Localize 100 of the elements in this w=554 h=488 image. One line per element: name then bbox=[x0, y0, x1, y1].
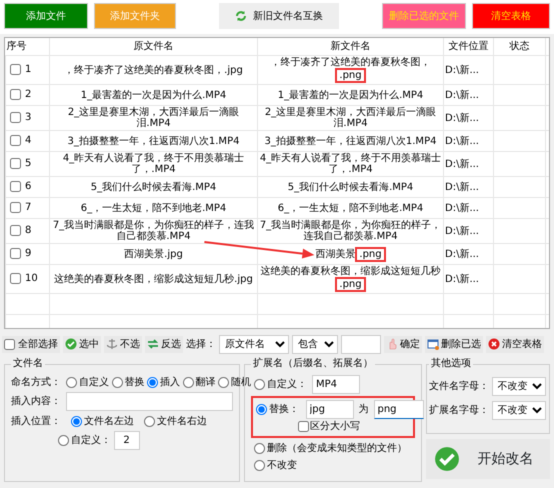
checkbox-label: 全部选择 bbox=[18, 338, 58, 352]
replace-to-input[interactable]: png bbox=[374, 400, 424, 419]
radio-button[interactable] bbox=[112, 376, 122, 388]
field-label: 选择： bbox=[186, 338, 216, 352]
row-number: 3 bbox=[25, 112, 32, 124]
match-dropdown[interactable]: 包含 bbox=[292, 334, 338, 354]
table-cell: 5_我们什么时候去看海.MP4 bbox=[50, 176, 258, 198]
toolbar-button[interactable]: 反选 bbox=[145, 336, 183, 352]
row-number: 9 bbox=[25, 248, 32, 260]
field-label: 扩展名字母： bbox=[429, 404, 489, 418]
table-cell: D:\新... bbox=[444, 176, 494, 198]
radio-label: 替换 bbox=[124, 376, 144, 390]
radio-label: 自定义： bbox=[267, 378, 307, 392]
field-label: 命名方式： bbox=[11, 376, 61, 390]
table-cell: D:\新... bbox=[444, 264, 494, 294]
table-cell: 1_最害羞的一次是因为什么.MP4 bbox=[50, 84, 258, 106]
letter-case-dropdown[interactable]: 不改变 bbox=[492, 401, 546, 420]
close-icon bbox=[488, 338, 500, 350]
table-cell: 2_这里是赛里木湖，大西洋最后一滴眼泪.MP4 bbox=[50, 106, 258, 130]
row-checkbox[interactable] bbox=[10, 273, 21, 284]
column-header: 文件位置 bbox=[444, 38, 494, 56]
radio-button[interactable] bbox=[218, 376, 229, 388]
radio-button[interactable] bbox=[58, 435, 69, 446]
table-cell: D:\新... bbox=[444, 56, 494, 84]
radio-label: 文件名左边 bbox=[84, 414, 134, 428]
checkbox-label: 区分大小写 bbox=[310, 420, 360, 434]
table-cell: ，终于凑齐了这绝美的春夏秋冬图，.jpg bbox=[50, 56, 258, 84]
window-icon bbox=[427, 338, 439, 350]
row-number: 8 bbox=[25, 226, 32, 237]
radio-button[interactable] bbox=[254, 460, 265, 471]
confirm-button[interactable]: 确定 bbox=[384, 336, 422, 352]
radio-label: 删除（会变成未知类型的文件） bbox=[267, 442, 407, 456]
field-dropdown[interactable]: 原文件名 bbox=[219, 334, 289, 354]
group-title: 其他选项 bbox=[430, 358, 472, 370]
toolbar-button[interactable]: 不选 bbox=[104, 336, 142, 352]
anchor-icon bbox=[106, 338, 118, 350]
radio-button[interactable] bbox=[254, 378, 265, 390]
table-cell: 6_，一生太短，陪不到地老.MP4 bbox=[258, 198, 444, 218]
radio-button[interactable] bbox=[66, 376, 77, 388]
toolbar-button[interactable]: 选中 bbox=[63, 336, 101, 352]
radio-label: 自定义 bbox=[79, 376, 109, 390]
field-label: 文件名字母： bbox=[429, 380, 489, 394]
table-cell: 7_我当时满眼都是你，为你痴狂的样子，连我自己都羡慕.MP4 bbox=[50, 218, 258, 244]
row-checkbox[interactable] bbox=[10, 202, 21, 214]
table-cell: D:\新... bbox=[444, 244, 494, 264]
radio-button[interactable] bbox=[256, 404, 267, 415]
radio-button[interactable] bbox=[144, 416, 155, 426]
column-header: 状态 bbox=[494, 38, 546, 56]
row-number: 6 bbox=[25, 182, 32, 193]
position-input[interactable]: 2 bbox=[114, 431, 140, 450]
radio-button[interactable] bbox=[182, 376, 194, 388]
replace-from-input[interactable]: jpg bbox=[306, 400, 354, 419]
column-header: 序号 bbox=[6, 38, 50, 56]
table-cell: 1_最害羞的一次是因为什么.MP4 bbox=[258, 84, 444, 106]
case-checkbox[interactable] bbox=[298, 421, 309, 432]
column-header: 原文件名 bbox=[50, 38, 258, 56]
table-cell: ，终于凑齐了这绝美的春夏秋冬图， .png bbox=[258, 56, 444, 84]
table-cell: D:\新... bbox=[444, 84, 494, 106]
row-checkbox[interactable] bbox=[10, 248, 21, 260]
insert-input[interactable] bbox=[66, 392, 233, 411]
extension-input[interactable]: MP4 bbox=[312, 374, 360, 394]
row-checkbox[interactable] bbox=[10, 181, 21, 192]
letter-case-dropdown[interactable]: 不改变 bbox=[492, 377, 546, 396]
radio-label: 文件名右边 bbox=[157, 414, 207, 428]
radio-label: 不改变 bbox=[267, 458, 297, 473]
check-icon bbox=[65, 338, 77, 350]
delete-selected-button[interactable]: 删除已选 bbox=[425, 336, 483, 352]
row-checkbox[interactable] bbox=[10, 64, 21, 76]
field-label: 插入内容： bbox=[11, 394, 61, 409]
table-cell: 4_昨天有人说看了我，终于不用羡慕瑞士了，.MP4 bbox=[50, 152, 258, 176]
row-checkbox[interactable] bbox=[10, 135, 21, 146]
check-icon bbox=[434, 446, 460, 472]
row-checkbox[interactable] bbox=[10, 225, 21, 236]
radio-label: 替换： bbox=[269, 402, 299, 417]
table-cell: 3_拍摄整整一年，往返西湖八次1.MP4 bbox=[50, 130, 258, 152]
row-checkbox[interactable] bbox=[10, 89, 21, 100]
radio-label: 翻译 bbox=[196, 376, 216, 390]
toolbar-button[interactable]: 新旧文件名互换 bbox=[219, 3, 339, 29]
table-cell: 5_我们什么时候去看海.MP4 bbox=[258, 176, 444, 198]
swap-icon bbox=[147, 338, 159, 350]
filter-input[interactable] bbox=[341, 334, 381, 354]
column-header: 新文件名 bbox=[258, 38, 444, 56]
group-title: 扩展名（后缀名、拓展名） bbox=[252, 358, 374, 370]
select-all-checkbox[interactable] bbox=[4, 338, 15, 350]
radio-button[interactable] bbox=[254, 442, 265, 454]
radio-button[interactable] bbox=[147, 376, 158, 388]
row-number: 10 bbox=[25, 274, 38, 285]
row-checkbox[interactable] bbox=[10, 158, 21, 170]
table-cell: 这绝美的春夏秋冬图，缩影成这短短几秒 .png bbox=[258, 264, 444, 294]
radio-button[interactable] bbox=[71, 416, 82, 426]
row-checkbox[interactable] bbox=[10, 112, 21, 124]
table-cell: D:\新... bbox=[444, 130, 494, 152]
toolbar-button[interactable]: 添加文件 bbox=[4, 3, 88, 29]
table-cell: 2_这里是赛里木湖，大西洋最后一滴眼泪.MP4 bbox=[258, 106, 444, 130]
refresh-icon bbox=[235, 10, 247, 22]
table-cell: 7_我当时满眼都是你，为你痴狂的样子，连我自己都羡慕.MP4 bbox=[258, 218, 444, 244]
table-cell: 这绝美的春夏秋冬图，缩影成这短短几秒.jpg bbox=[50, 264, 258, 294]
row-number: 4 bbox=[25, 136, 32, 147]
start-rename-button[interactable]: 开始改名 bbox=[426, 439, 550, 479]
clear-table-button[interactable]: 清空表格 bbox=[486, 336, 544, 352]
